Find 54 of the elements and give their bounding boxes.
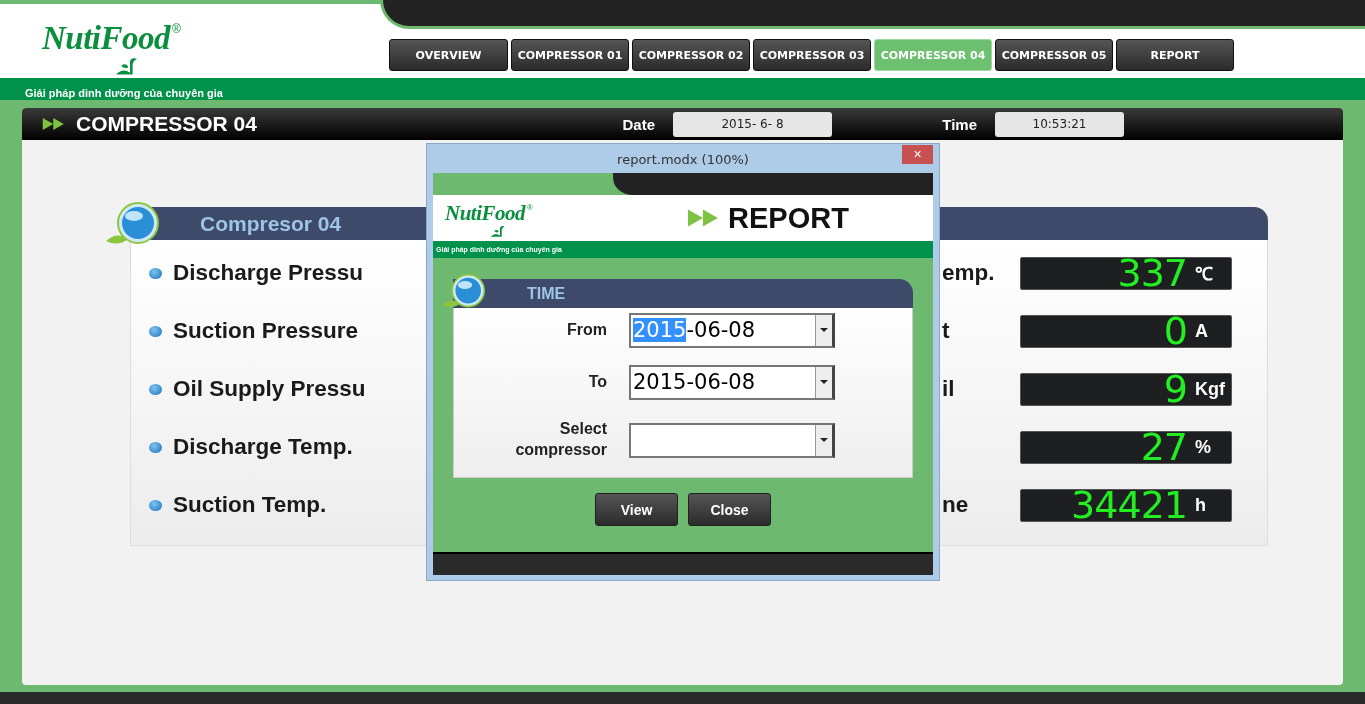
tagline: Giải pháp dinh dưỡng của chuyên gia <box>25 87 223 100</box>
dropdown-field[interactable] <box>629 422 835 458</box>
dropdown-field[interactable]: 2015-06-08 <box>629 364 835 400</box>
reading-label: ne <box>942 492 969 517</box>
panel-title: Compresor 04 <box>200 211 342 236</box>
field-label: Select compressor <box>514 419 607 460</box>
nav-tab[interactable]: REPORT <box>1116 39 1234 71</box>
time-field: 10:53:21 <box>995 111 1124 137</box>
nav-tab[interactable]: COMPRESSOR 01 <box>511 39 629 71</box>
reading-label: Suction Pressure <box>173 318 359 344</box>
unit-label: A <box>1194 320 1209 342</box>
reading-label: Suction Temp. <box>173 492 327 518</box>
registered-mark: ® <box>527 203 533 212</box>
reading-label: emp. <box>942 260 995 285</box>
report-heading: REPORT <box>728 201 849 235</box>
double-arrow-icon <box>688 209 720 227</box>
unit-label: Kgf <box>1194 378 1226 400</box>
field-label: From <box>566 319 607 340</box>
nav-tab[interactable]: COMPRESSOR 02 <box>632 39 750 71</box>
reading-value: 27 <box>1140 430 1187 464</box>
page-title: COMPRESSOR 04 <box>76 112 257 136</box>
bullet-icon <box>149 267 162 279</box>
reading-value: 0 <box>1163 314 1187 348</box>
reading-label: Discharge Pressu <box>173 260 364 286</box>
bullet-icon <box>149 383 162 395</box>
dropdown-field[interactable]: 2015-06-08 <box>629 312 835 348</box>
reading-label: il <box>942 376 955 401</box>
reading-value: 9 <box>1163 372 1187 406</box>
bullet-icon <box>149 499 162 511</box>
brand-logo: NutiFood <box>42 22 171 55</box>
close-button[interactable]: × <box>902 145 933 164</box>
nav-tab[interactable]: COMPRESSOR 03 <box>753 39 871 71</box>
nav-tab[interactable]: COMPRESSOR 05 <box>995 39 1113 71</box>
field-label: To <box>587 371 607 392</box>
window-title: report.modx (100%) <box>617 151 749 167</box>
reading-label: t <box>942 318 950 343</box>
unit-label: % <box>1194 436 1212 458</box>
bullet-icon <box>149 441 162 453</box>
bullet-icon <box>149 325 162 337</box>
brand-logo: NutiFood <box>445 203 526 224</box>
unit-label: ℃ <box>1194 263 1214 285</box>
reading-value: 337 <box>1117 256 1187 290</box>
registered-mark: ® <box>172 22 181 36</box>
reading-label: Discharge Temp. <box>173 434 353 460</box>
reading-value: 34421 <box>1071 488 1187 522</box>
dialog-button[interactable]: Close <box>688 493 771 526</box>
date-field: 2015- 6- 8 <box>673 111 832 137</box>
reading-label: Oil Supply Pressu <box>173 376 366 402</box>
dialog-button[interactable]: View <box>595 493 678 526</box>
nav-tab[interactable]: OVERVIEW <box>389 39 508 71</box>
date-label: Date <box>621 115 655 133</box>
time-label: Time <box>941 115 977 133</box>
unit-label: h <box>1194 494 1207 516</box>
section-title: TIME <box>527 284 566 303</box>
